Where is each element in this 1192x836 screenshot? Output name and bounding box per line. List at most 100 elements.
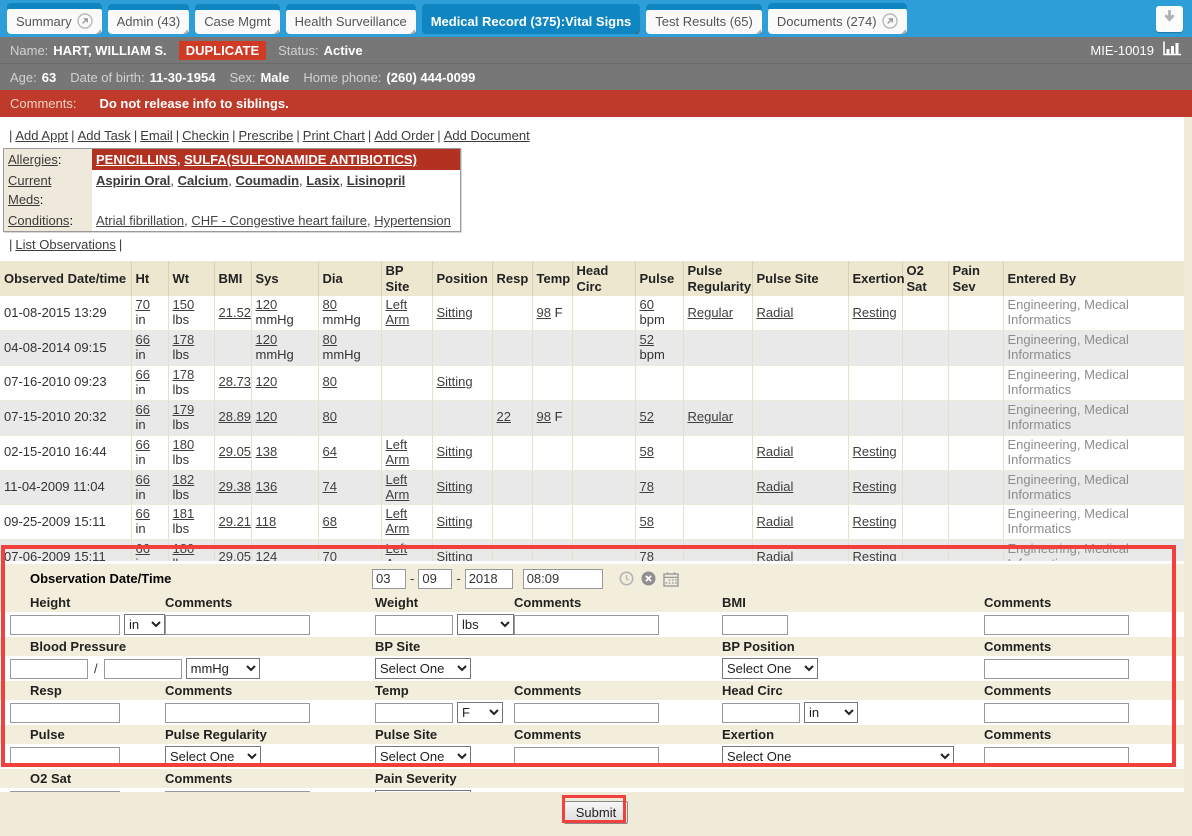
weight-select[interactable]: lbs — [457, 614, 514, 635]
cell-link[interactable]: Left Arm — [386, 506, 410, 536]
cell-link[interactable]: Regular — [688, 305, 734, 320]
cell-link[interactable]: Sitting — [437, 549, 473, 561]
cell-link[interactable]: 180 — [173, 541, 195, 556]
cell-link[interactable]: Sitting — [437, 514, 473, 529]
comments-input[interactable] — [984, 747, 1129, 767]
summary-item-calcium[interactable]: Calcium — [178, 173, 229, 188]
cell-link[interactable]: 150 — [173, 297, 195, 312]
clear-icon[interactable] — [641, 571, 656, 586]
cell-link[interactable]: 64 — [323, 444, 337, 459]
tab-documents-274[interactable]: Documents (274) — [768, 8, 907, 34]
comments-input[interactable] — [514, 747, 659, 767]
cell-link[interactable]: Left Arm — [386, 472, 410, 502]
blood-pressure-input[interactable] — [10, 659, 88, 679]
summary-item-penicillins[interactable]: PENICILLINS — [96, 152, 177, 167]
obs-day-input[interactable] — [418, 569, 452, 589]
comments-input[interactable] — [165, 703, 310, 723]
cell-link[interactable]: 70 — [323, 549, 337, 561]
cell-link[interactable]: 66 — [136, 541, 150, 556]
action-link-add-order[interactable]: Add Order — [374, 128, 434, 143]
pulse-input[interactable] — [10, 747, 120, 767]
cell-link[interactable]: 80 — [323, 332, 337, 347]
cell-link[interactable]: Radial — [757, 479, 794, 494]
bmi-input[interactable] — [722, 615, 788, 635]
cell-link[interactable]: 179 — [173, 402, 195, 417]
summary-item-lasix[interactable]: Lasix — [306, 173, 339, 188]
cell-link[interactable]: 180 — [173, 437, 195, 452]
obs-year-input[interactable] — [465, 569, 513, 589]
exertion-select[interactable]: Select One — [722, 746, 954, 767]
action-link-add-task[interactable]: Add Task — [78, 128, 131, 143]
resp-input[interactable] — [10, 703, 120, 723]
tab-case-mgmt[interactable]: Case Mgmt — [195, 9, 279, 34]
blood-pressure-input[interactable] — [104, 659, 182, 679]
cell-link[interactable]: 60 — [640, 297, 654, 312]
cell-link[interactable]: 80 — [323, 297, 337, 312]
tab-test-results-65[interactable]: Test Results (65) — [646, 9, 762, 34]
download-button[interactable] — [1156, 6, 1183, 32]
cell-link[interactable]: Left Arm — [386, 437, 410, 467]
summary-label-link-allergies[interactable]: Allergies — [8, 152, 58, 167]
clock-icon[interactable] — [619, 571, 634, 586]
summary-item-atrial-fibrillation[interactable]: Atrial fibrillation — [96, 213, 184, 228]
summary-item-coumadin[interactable]: Coumadin — [235, 173, 299, 188]
cell-link[interactable]: Radial — [757, 514, 794, 529]
cell-link[interactable]: 120 — [256, 332, 278, 347]
cell-link[interactable]: 29.38 — [219, 479, 252, 494]
temp-input[interactable] — [375, 703, 453, 723]
weight-input[interactable] — [375, 615, 453, 635]
cell-link[interactable]: Left Arm — [386, 297, 410, 327]
cell-link[interactable]: 29.05 — [219, 549, 252, 561]
pulse-regularity-select[interactable]: Select One — [165, 746, 261, 767]
cell-link[interactable]: 29.05 — [219, 444, 252, 459]
cell-link[interactable]: Resting — [853, 305, 897, 320]
action-link-email[interactable]: Email — [140, 128, 173, 143]
head-circ-select[interactable]: in — [804, 702, 858, 723]
bp-site-select[interactable]: Select One — [375, 658, 471, 679]
cell-link[interactable]: Regular — [688, 409, 734, 424]
cell-link[interactable]: 58 — [640, 514, 654, 529]
cell-link[interactable]: 66 — [136, 402, 150, 417]
tab-summary[interactable]: Summary — [7, 8, 102, 34]
cell-link[interactable]: 66 — [136, 506, 150, 521]
cell-link[interactable]: 178 — [173, 367, 195, 382]
calendar-icon[interactable] — [663, 571, 679, 587]
cell-link[interactable]: Resting — [853, 444, 897, 459]
action-link-add-appt[interactable]: Add Appt — [15, 128, 68, 143]
cell-link[interactable]: Resting — [853, 514, 897, 529]
cell-link[interactable]: 66 — [136, 472, 150, 487]
cell-link[interactable]: Sitting — [437, 479, 473, 494]
cell-link[interactable]: 118 — [256, 514, 277, 529]
comments-input[interactable] — [984, 703, 1129, 723]
temp-select[interactable]: F — [457, 702, 503, 723]
action-link-add-document[interactable]: Add Document — [444, 128, 530, 143]
cell-link[interactable]: 182 — [173, 472, 195, 487]
cell-link[interactable]: Radial — [757, 305, 794, 320]
cell-link[interactable]: 80 — [323, 374, 337, 389]
summary-item-aspirin-oral[interactable]: Aspirin Oral — [96, 173, 170, 188]
cell-link[interactable]: Sitting — [437, 444, 473, 459]
bar-chart-icon[interactable] — [1162, 41, 1182, 59]
cell-link[interactable]: 66 — [136, 332, 150, 347]
tab-admin-43[interactable]: Admin (43) — [108, 9, 190, 34]
list-observations-link[interactable]: List Observations — [15, 237, 115, 252]
cell-link[interactable]: 78 — [640, 479, 654, 494]
action-link-prescribe[interactable]: Prescribe — [238, 128, 293, 143]
cell-link[interactable]: 52 — [640, 332, 654, 347]
cell-link[interactable]: 181 — [173, 506, 195, 521]
cell-link[interactable]: 70 — [136, 297, 150, 312]
cell-link[interactable]: 136 — [256, 479, 278, 494]
cell-link[interactable]: 120 — [256, 297, 278, 312]
cell-link[interactable]: 120 — [256, 374, 278, 389]
pulse-site-select[interactable]: Select One — [375, 746, 471, 767]
cell-link[interactable]: 178 — [173, 332, 195, 347]
cell-link[interactable]: 66 — [136, 367, 150, 382]
cell-link[interactable]: 22 — [497, 409, 511, 424]
summary-item-sulfa-sulfonamide-antibiotics[interactable]: SULFA(SULFONAMIDE ANTIBIOTICS) — [184, 152, 417, 167]
tab-medical-record-375-vital-signs[interactable]: Medical Record (375):Vital Signs — [422, 9, 641, 34]
comments-input[interactable] — [165, 615, 310, 635]
height-select[interactable]: in — [124, 614, 165, 635]
cell-link[interactable]: Radial — [757, 549, 794, 561]
summary-item-chf-congestive-heart-failure[interactable]: CHF - Congestive heart failure — [191, 213, 367, 228]
cell-link[interactable]: Resting — [853, 479, 897, 494]
